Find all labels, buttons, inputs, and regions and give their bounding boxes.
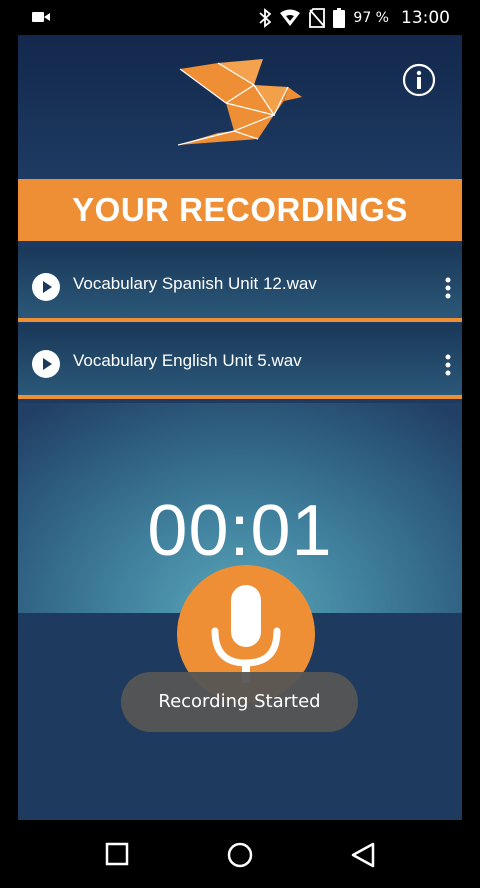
overflow-menu-icon[interactable]	[445, 354, 451, 376]
play-icon[interactable]	[32, 350, 60, 378]
no-sim-icon	[309, 8, 326, 28]
recents-square-icon[interactable]	[105, 842, 129, 866]
list-item[interactable]: Vocabulary English Unit 5.wav	[18, 324, 462, 399]
back-triangle-icon[interactable]	[351, 842, 375, 868]
home-circle-icon[interactable]	[227, 842, 253, 868]
app-screen: YOUR RECORDINGS Vocabulary Spanish Unit …	[18, 35, 462, 820]
wifi-icon	[280, 9, 301, 26]
bluetooth-icon	[259, 8, 272, 28]
recordings-list: Vocabulary Spanish Unit 12.wav Vocabular…	[18, 247, 462, 401]
battery-percentage: 97 %	[353, 10, 389, 26]
toast-message: Recording Started	[121, 672, 358, 732]
status-time: 13:00	[401, 8, 450, 28]
overflow-menu-icon[interactable]	[445, 277, 451, 299]
microphone-icon	[211, 585, 281, 683]
recording-timer: 00:01	[147, 491, 333, 571]
app-header	[18, 35, 462, 179]
video-camera-icon	[32, 12, 50, 22]
status-bar: 97 % 13:00	[0, 0, 480, 35]
recording-name: Vocabulary Spanish Unit 12.wav	[73, 274, 317, 293]
navigation-bar	[0, 820, 480, 888]
origami-bird-logo	[178, 59, 302, 146]
list-item[interactable]: Vocabulary Spanish Unit 12.wav	[18, 247, 462, 322]
play-icon[interactable]	[32, 273, 60, 301]
battery-icon	[333, 8, 346, 28]
recording-name: Vocabulary English Unit 5.wav	[73, 351, 302, 370]
info-button[interactable]	[402, 63, 436, 97]
recordings-banner: YOUR RECORDINGS	[18, 179, 462, 241]
